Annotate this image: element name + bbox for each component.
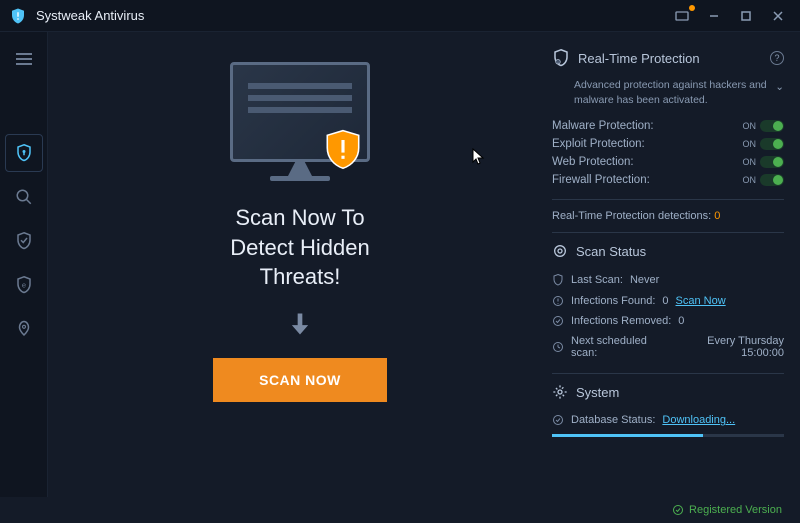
svg-text:i: i (558, 60, 559, 65)
toggle-malware: Malware Protection: ON (552, 117, 784, 135)
headline-line3: Threats! (230, 262, 369, 292)
scan-now-button[interactable]: SCAN NOW (213, 358, 387, 402)
gear-icon (552, 243, 568, 259)
infections-removed-row: Infections Removed: 0 (552, 311, 784, 331)
titlebar: Systweak Antivirus (0, 0, 800, 32)
content: Scan Now To Detect Hidden Threats! SCAN … (48, 32, 800, 497)
main-area: e Scan Now To Detect Hidden Threats! (0, 32, 800, 497)
rtp-detections: Real-Time Protection detections: 0 (552, 210, 784, 222)
registered-label: Registered Version (689, 504, 782, 516)
last-scan-row: Last Scan: Never (552, 269, 784, 291)
help-icon[interactable]: ? (770, 51, 784, 65)
next-scan-row: Next scheduled scan: Every Thursday 15:0… (552, 331, 784, 363)
shield-alert-icon (324, 129, 362, 173)
toggle-firewall: Firewall Protection: ON (552, 171, 784, 189)
system-header: System (552, 384, 784, 400)
toggle-exploit: Exploit Protection: ON (552, 135, 784, 153)
hamburger-menu-icon[interactable] (5, 40, 43, 78)
headline-line1: Scan Now To (230, 203, 369, 233)
check-circle-icon (672, 504, 684, 516)
close-button[interactable] (764, 4, 792, 28)
db-status-row: Database Status: Downloading... (552, 410, 784, 430)
app-title: Systweak Antivirus (36, 8, 144, 23)
right-panel: i Real-Time Protection ? Advanced protec… (552, 32, 800, 497)
scan-now-link[interactable]: Scan Now (676, 295, 726, 307)
minimize-button[interactable] (700, 4, 728, 28)
sidebar-item-web[interactable]: e (5, 266, 43, 304)
svg-text:e: e (21, 280, 25, 289)
headline: Scan Now To Detect Hidden Threats! (230, 203, 369, 292)
sidebar: e (0, 32, 48, 497)
center-panel: Scan Now To Detect Hidden Threats! SCAN … (48, 32, 552, 497)
toggle-web: Web Protection: ON (552, 153, 784, 171)
sidebar-item-boost[interactable] (5, 310, 43, 348)
scan-status-header: Scan Status (552, 243, 784, 259)
sidebar-item-scan[interactable] (5, 178, 43, 216)
sidebar-item-quarantine[interactable] (5, 222, 43, 260)
rtp-title: Real-Time Protection (578, 51, 700, 66)
shield-icon: i (552, 48, 570, 68)
chevron-down-icon: ⌄ (775, 80, 784, 95)
monitor-illustration (230, 62, 370, 181)
db-progress-bar (552, 434, 784, 437)
db-status-value[interactable]: Downloading... (662, 414, 735, 426)
maximize-button[interactable] (732, 4, 760, 28)
rtp-header: i Real-Time Protection ? (552, 48, 784, 68)
sidebar-item-protection[interactable] (5, 134, 43, 172)
rtp-advanced-text[interactable]: Advanced protection against hackers and … (574, 78, 784, 107)
arrow-down-icon (286, 310, 314, 338)
gear-icon (552, 384, 568, 400)
web-toggle[interactable] (760, 156, 784, 168)
notification-icon[interactable] (668, 4, 696, 28)
system-title: System (576, 385, 619, 400)
scan-status-title: Scan Status (576, 244, 646, 259)
exploit-toggle[interactable] (760, 138, 784, 150)
malware-toggle[interactable] (760, 120, 784, 132)
footer: Registered Version (0, 497, 800, 523)
firewall-toggle[interactable] (760, 174, 784, 186)
app-logo-icon (8, 6, 28, 26)
headline-line2: Detect Hidden (230, 233, 369, 263)
infections-found-row: Infections Found: 0 Scan Now (552, 291, 784, 311)
